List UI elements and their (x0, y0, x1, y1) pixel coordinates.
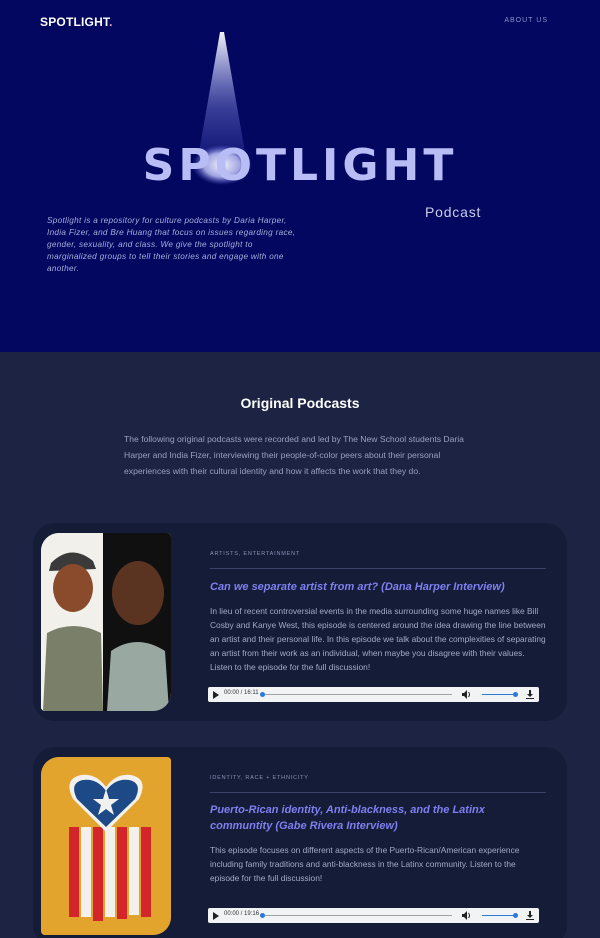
logo-dot: . (109, 15, 113, 29)
divider (210, 568, 546, 569)
seek-handle[interactable] (260, 913, 265, 918)
audio-player[interactable]: 00:00 / 16:11 (208, 687, 539, 702)
download-icon[interactable] (526, 690, 534, 699)
volume-icon[interactable] (462, 911, 472, 920)
logo-text: SPOTLIGHT (40, 15, 110, 29)
puerto-rico-flag-heart-image (41, 757, 171, 935)
seek-handle[interactable] (260, 692, 265, 697)
episode-title[interactable]: Can we separate artist from art? (Dana H… (210, 579, 546, 595)
volume-handle[interactable] (513, 692, 518, 697)
hero-wordmark: SPOTLIGHT (142, 140, 458, 191)
site-logo[interactable]: SPOTLIGHT. (40, 15, 113, 29)
volume-slider[interactable] (482, 915, 516, 916)
episode-thumbnail (41, 757, 171, 935)
volume-slider[interactable] (482, 694, 516, 695)
divider (210, 792, 546, 793)
section-title: Original Podcasts (240, 395, 360, 411)
section-intro: The following original podcasts were rec… (124, 434, 464, 476)
episode-title[interactable]: Puerto-Rican identity, Anti-blackness, a… (210, 802, 546, 834)
episode-tags: ARTISTS, ENTERTAINMENT (210, 551, 301, 557)
hero-subtitle: Podcast (425, 204, 482, 220)
audio-seek-bar[interactable] (262, 915, 452, 916)
hero-banner: SPOTLIGHT. ABOUT US SPOTLIGHT Podcast Sp… (0, 0, 600, 352)
download-icon[interactable] (526, 911, 534, 920)
episode-card: ARTISTS, ENTERTAINMENT Can we separate a… (33, 523, 567, 721)
play-icon[interactable] (213, 691, 219, 699)
volume-handle[interactable] (513, 913, 518, 918)
episode-description: This episode focuses on different aspect… (210, 845, 520, 883)
volume-icon[interactable] (462, 690, 472, 699)
audio-seek-bar[interactable] (262, 694, 452, 695)
audio-time: 00:00 / 19:16 (224, 911, 260, 917)
audio-player[interactable]: 00:00 / 19:16 (208, 908, 539, 923)
audio-time: 00:00 / 16:11 (224, 690, 259, 696)
hero-description: Spotlight is a repository for culture po… (47, 216, 296, 273)
nav-about-link[interactable]: ABOUT US (504, 17, 548, 24)
episode-description: In lieu of recent controversial events i… (210, 606, 546, 672)
episode-tags: IDENTITY, RACE + ETHNICITY (210, 775, 309, 781)
episode-thumbnail (41, 533, 171, 711)
portrait-collage-image (41, 533, 171, 711)
episode-card: IDENTITY, RACE + ETHNICITY Puerto-Rican … (33, 747, 567, 938)
play-icon[interactable] (213, 912, 219, 920)
